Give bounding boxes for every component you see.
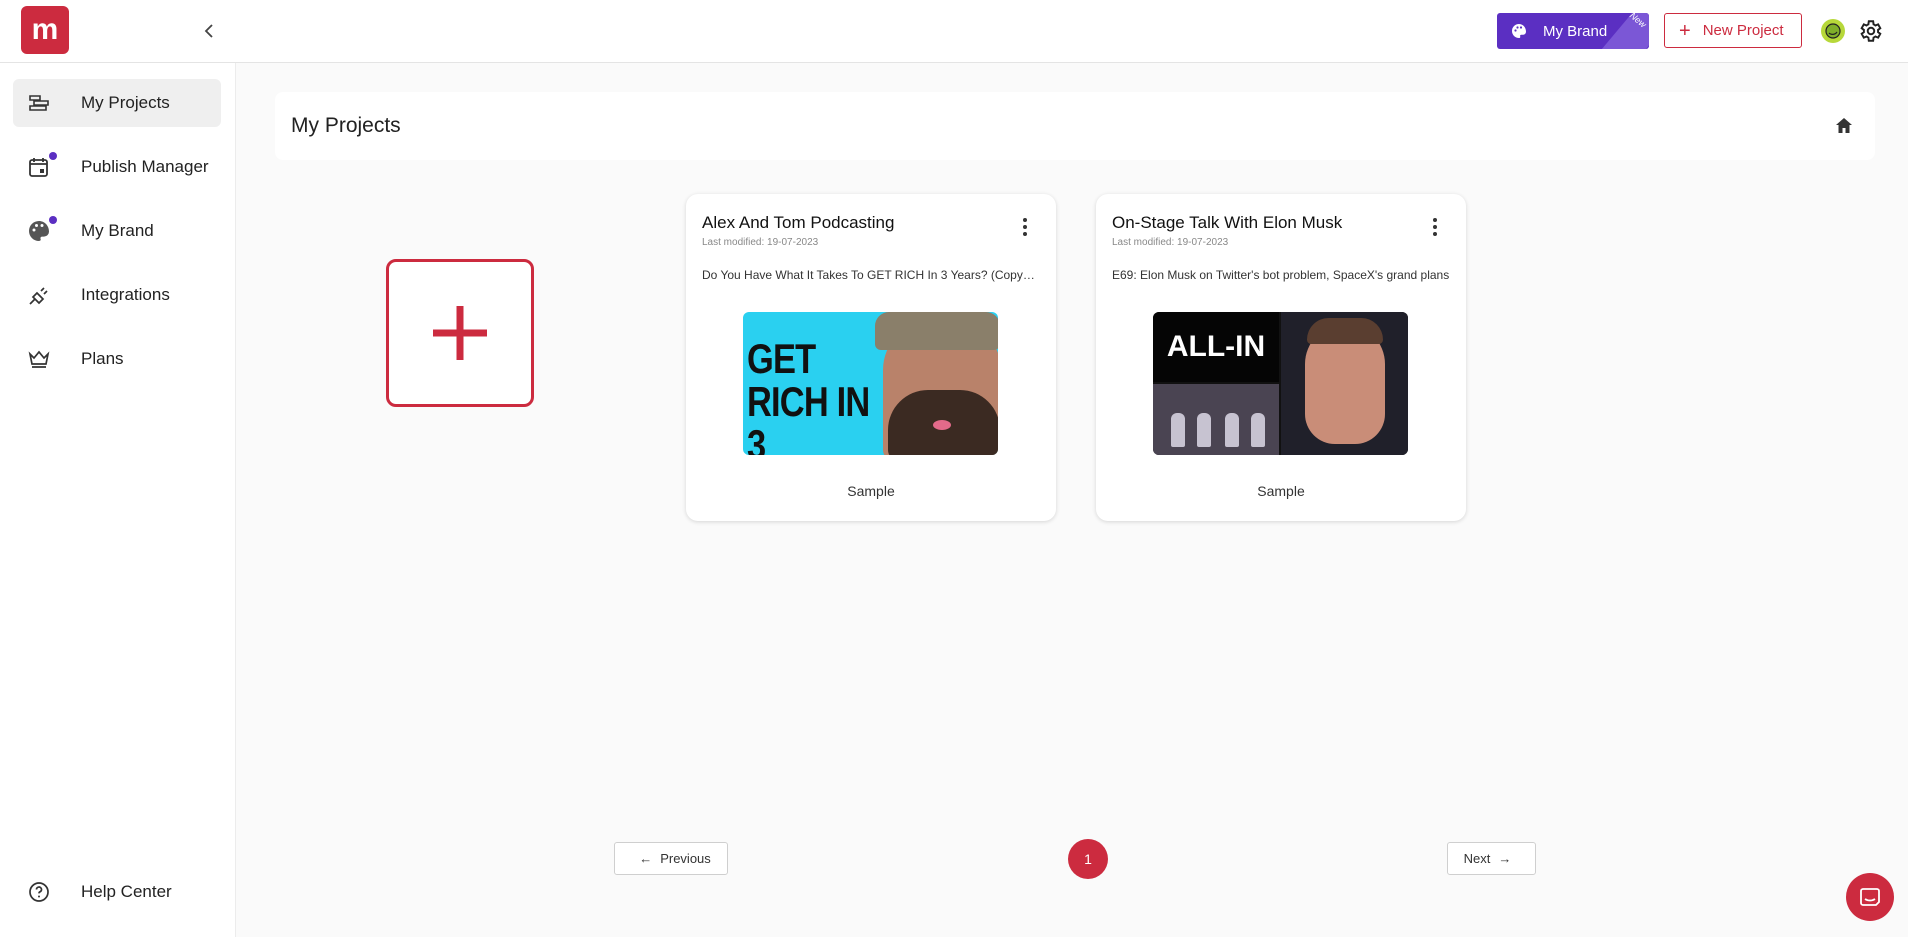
thumbnail-text: GET RICH IN 3 YEARS? bbox=[747, 335, 870, 455]
projects-icon bbox=[29, 95, 49, 111]
calendar-icon bbox=[29, 158, 48, 177]
app-logo[interactable]: m bbox=[21, 6, 69, 54]
my-brand-button[interactable]: My Brand New bbox=[1497, 13, 1649, 49]
previous-page-button[interactable]: ← Previous bbox=[614, 842, 728, 875]
chevron-left-icon bbox=[204, 24, 213, 38]
crown-icon bbox=[28, 350, 50, 368]
project-tag: Sample bbox=[1257, 483, 1305, 499]
plug-icon bbox=[29, 287, 48, 305]
page-number-button[interactable]: 1 bbox=[1068, 839, 1108, 879]
sidebar-item-label: Integrations bbox=[81, 285, 170, 304]
sidebar-item-label: My Brand bbox=[81, 221, 154, 240]
my-brand-label: My Brand bbox=[1543, 22, 1608, 40]
project-tag: Sample bbox=[847, 483, 895, 499]
project-description: Do You Have What It Takes To GET RICH In… bbox=[702, 268, 1042, 282]
project-description: E69: Elon Musk on Twitter's bot problem,… bbox=[1112, 268, 1450, 282]
more-options-icon[interactable] bbox=[1432, 218, 1438, 236]
page-header: My Projects bbox=[275, 92, 1875, 160]
new-project-label: New Project bbox=[1702, 22, 1784, 39]
home-icon[interactable] bbox=[1834, 116, 1854, 136]
new-project-button[interactable]: + New Project bbox=[1664, 13, 1802, 48]
logo-letter: m bbox=[31, 13, 59, 46]
help-center-label: Help Center bbox=[81, 882, 172, 901]
page-title: My Projects bbox=[291, 114, 401, 137]
palette-icon bbox=[1511, 23, 1527, 39]
help-icon bbox=[29, 882, 49, 902]
help-center-link[interactable]: Help Center bbox=[13, 868, 221, 916]
user-avatar[interactable] bbox=[1821, 19, 1845, 43]
sidebar-item-label: Publish Manager bbox=[81, 157, 209, 176]
project-thumbnail: ALL-IN bbox=[1153, 312, 1408, 455]
arrow-right-icon: → bbox=[1498, 851, 1512, 866]
thumbnail-cap bbox=[875, 312, 998, 350]
previous-label: Previous bbox=[660, 851, 711, 866]
thumbnail-stage bbox=[1153, 384, 1279, 455]
project-modified-date: Last modified: 19-07-2023 bbox=[1112, 237, 1229, 248]
next-page-button[interactable]: Next → bbox=[1447, 842, 1536, 875]
thumbnail-mouth bbox=[933, 420, 951, 430]
page-number: 1 bbox=[1084, 851, 1092, 867]
project-modified-date: Last modified: 19-07-2023 bbox=[702, 237, 819, 248]
sidebar-item-publish-manager[interactable]: Publish Manager bbox=[13, 143, 221, 191]
collapse-sidebar-button[interactable] bbox=[198, 19, 222, 43]
project-card[interactable]: Alex And Tom Podcasting Last modified: 1… bbox=[686, 194, 1056, 521]
project-card[interactable]: On-Stage Talk With Elon Musk Last modifi… bbox=[1096, 194, 1466, 521]
arrow-left-icon: ← bbox=[639, 851, 653, 866]
add-project-button[interactable] bbox=[386, 259, 534, 407]
avatar-icon bbox=[1825, 23, 1841, 39]
next-label: Next bbox=[1463, 851, 1491, 866]
project-thumbnail: GET RICH IN 3 YEARS? bbox=[743, 312, 998, 455]
notification-dot bbox=[49, 152, 57, 160]
sidebar-item-integrations[interactable]: Integrations bbox=[13, 271, 221, 319]
sidebar-item-label: My Projects bbox=[81, 93, 170, 112]
project-title: On-Stage Talk With Elon Musk bbox=[1112, 213, 1343, 232]
sidebar: My Projects Publish Manager My Brand Int… bbox=[0, 63, 236, 937]
thumbnail-portrait bbox=[1281, 312, 1408, 455]
sidebar-item-plans[interactable]: Plans bbox=[13, 335, 221, 383]
thumbnail-logo-text: ALL-IN bbox=[1153, 312, 1279, 382]
settings-gear-icon[interactable] bbox=[1857, 18, 1883, 44]
more-options-icon[interactable] bbox=[1022, 218, 1028, 236]
notification-dot bbox=[49, 216, 57, 224]
sidebar-item-label: Plans bbox=[81, 349, 124, 368]
top-bar: m My Brand New + New Project bbox=[0, 0, 1908, 63]
project-title: Alex And Tom Podcasting bbox=[702, 213, 895, 232]
chat-launcher-button[interactable] bbox=[1846, 873, 1894, 921]
palette-icon bbox=[29, 221, 49, 241]
chat-icon bbox=[1860, 888, 1880, 906]
sidebar-item-my-projects[interactable]: My Projects bbox=[13, 79, 221, 127]
plus-icon: + bbox=[1679, 19, 1691, 42]
sidebar-item-my-brand[interactable]: My Brand bbox=[13, 207, 221, 255]
plus-icon bbox=[433, 306, 487, 360]
